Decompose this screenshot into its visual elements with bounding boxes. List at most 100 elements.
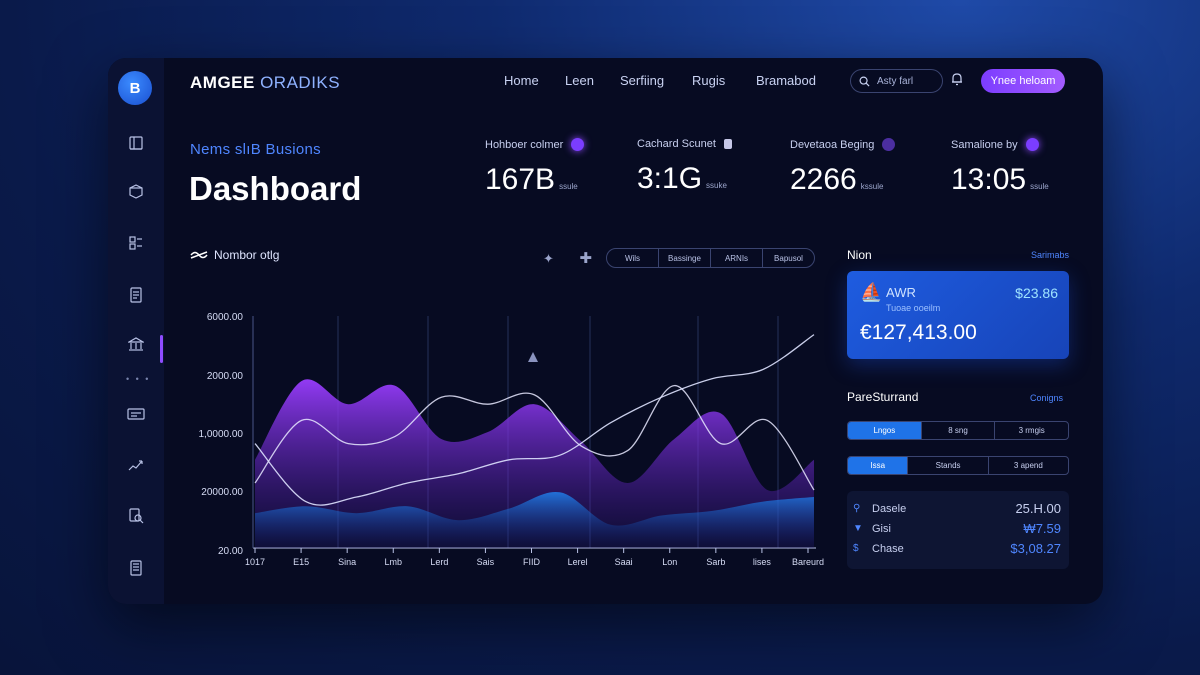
- filter-tabs: Issa Stands 3 apend: [847, 456, 1069, 475]
- box-icon[interactable]: [126, 181, 146, 201]
- x-tick-label: Sarb: [706, 557, 725, 567]
- y-tick-label: 6000.00: [207, 312, 244, 323]
- stat-card: Cachard Scunet 3:1G ssuke: [637, 138, 732, 196]
- sidebar: B • • •: [108, 58, 164, 604]
- stat-card: Samalione by 13:05 ssule: [951, 138, 1049, 197]
- card-subtitle: Tuoae ooeilm: [886, 303, 941, 313]
- card-change: $23.86: [1015, 285, 1058, 301]
- segment-option[interactable]: Bassinge: [659, 249, 711, 267]
- stat-label: Devetaoa Beging: [790, 138, 875, 151]
- search-placeholder: Asty farl: [877, 75, 914, 87]
- status-dot-icon: [1025, 138, 1039, 151]
- segment-option[interactable]: Wils: [607, 249, 659, 267]
- account-card[interactable]: ⛵ AWR Tuoae ooeilm $23.86 €127,413.00: [847, 271, 1069, 359]
- nav-item-rugis[interactable]: Rugis: [692, 73, 725, 88]
- chart-logo-icon: [190, 251, 208, 259]
- x-tick-label: Saai: [615, 557, 633, 567]
- book-icon[interactable]: [126, 133, 146, 153]
- area-chart[interactable]: 6000.00 2000.00 1,0000.00 20000.00 20.001017…: [178, 298, 828, 578]
- list-item[interactable]: $ Chase $3,08.27: [853, 541, 1061, 556]
- dashboard-window: B • • • AMGEE ORADIKS Home Leen Serfiing…: [108, 58, 1103, 604]
- segment-option[interactable]: ARNIs: [711, 249, 763, 267]
- stat-card: Hohboer colmer 167B ssule: [485, 138, 585, 197]
- bell-icon[interactable]: [951, 73, 963, 89]
- y-tick-label: 1,0000.00: [199, 429, 244, 440]
- section-link[interactable]: Conigns: [1030, 393, 1063, 403]
- search-icon: [859, 76, 870, 87]
- status-dot-icon: [882, 138, 896, 151]
- list-item[interactable]: ▼ Gisi ₩7.59: [853, 521, 1061, 536]
- list-item-label: Gisi: [872, 522, 891, 535]
- stat-card: Devetaoa Beging 2266 kssule: [790, 138, 896, 197]
- document-icon[interactable]: [126, 285, 146, 305]
- tab-option[interactable]: Stands: [908, 457, 989, 474]
- list-item-value: 25.H.00: [1015, 501, 1061, 516]
- search-icon: ⚲: [853, 503, 861, 514]
- bank-icon[interactable]: [126, 334, 146, 354]
- filter-tabs: Lngos 8 sng 3 rmgis: [847, 421, 1069, 440]
- sidebar-active-indicator: [160, 335, 163, 363]
- app-logo[interactable]: B: [118, 71, 152, 105]
- stat-unit: ssule: [1030, 182, 1049, 191]
- section-link[interactable]: Sarimabs: [1031, 250, 1069, 260]
- nav-item-bramabod[interactable]: Bramabod: [756, 73, 816, 88]
- brand-name[interactable]: AMGEE ORADIKS: [190, 73, 340, 93]
- sailboat-icon: ⛵: [860, 282, 883, 302]
- chart-title: Nombor otlg: [214, 248, 280, 262]
- card-balance: €127,413.00: [860, 321, 977, 344]
- x-tick-label: FIID: [523, 557, 540, 567]
- list-item[interactable]: ⚲ Dasele 25.H.00: [853, 501, 1061, 516]
- x-tick-label: Lmb: [384, 557, 402, 567]
- sidebar-separator: • • •: [126, 374, 151, 384]
- plus-icon[interactable]: ✚: [580, 250, 593, 267]
- section-heading: PareSturrand: [847, 390, 919, 404]
- transactions-list: ⚲ Dasele 25.H.00 ▼ Gisi ₩7.59 $ Chase $3,08…: [847, 491, 1069, 569]
- tab-option[interactable]: 3 apend: [989, 457, 1068, 474]
- tab-option[interactable]: Issa: [848, 457, 909, 474]
- card-icon[interactable]: [126, 404, 146, 424]
- x-tick-label: Sina: [338, 557, 356, 567]
- grid-list-icon[interactable]: [126, 233, 146, 253]
- cta-button[interactable]: Ynee heloam: [981, 69, 1065, 93]
- nav-item-home[interactable]: Home: [504, 73, 539, 88]
- list-item-value: ₩7.59: [1023, 521, 1061, 536]
- status-dot-icon: [571, 138, 585, 151]
- search-input[interactable]: Asty farl: [850, 69, 943, 93]
- search-doc-icon[interactable]: [126, 506, 146, 526]
- x-tick-label: 1017: [245, 557, 265, 567]
- chart-range-selector: Wils Bassinge ARNIs Bapusol: [606, 248, 815, 268]
- list-item-label: Dasele: [872, 502, 907, 515]
- brand-light: ORADIKS: [260, 73, 341, 92]
- nav-item-serfiing[interactable]: Serfiing: [620, 73, 664, 88]
- y-tick-label: 20000.00: [201, 487, 243, 498]
- x-tick-label: Lerel: [568, 557, 588, 567]
- card-name: AWR: [886, 285, 916, 300]
- x-tick-label: Lerd: [430, 557, 448, 567]
- stat-value: 3:1G: [637, 162, 703, 195]
- tab-option[interactable]: 3 rmgis: [995, 422, 1068, 439]
- stat-label: Cachard Scunet: [637, 138, 716, 150]
- brand-bold: AMGEE: [190, 73, 255, 92]
- logo-letter: B: [129, 79, 141, 97]
- stat-value: 167B: [485, 163, 556, 196]
- stat-unit: ssuke: [706, 181, 727, 190]
- notes-icon[interactable]: [126, 558, 146, 578]
- stat-value: 13:05: [951, 163, 1027, 196]
- segment-option[interactable]: Bapusol: [763, 249, 814, 267]
- tab-option[interactable]: 8 sng: [922, 422, 996, 439]
- stat-label: Samalione by: [951, 138, 1018, 151]
- stat-unit: ssule: [559, 182, 578, 191]
- page-subtitle: Nems slıB Busions: [190, 141, 321, 158]
- chart-panel-title: Nombor otlg: [190, 248, 279, 262]
- x-tick-label: Lon: [662, 557, 677, 567]
- list-item-value: $3,08.27: [1010, 541, 1061, 556]
- nav-item-leen[interactable]: Leen: [565, 73, 594, 88]
- chart-tools: ✦ ✚: [543, 249, 592, 267]
- page-title: Dashboard: [189, 170, 362, 207]
- sparkle-icon[interactable]: ✦: [543, 251, 554, 266]
- x-tick-label: lises: [753, 557, 772, 567]
- chart-pen-icon[interactable]: [126, 455, 146, 475]
- list-item-label: Chase: [872, 542, 904, 555]
- section-heading: Nion: [847, 248, 872, 262]
- tab-option[interactable]: Lngos: [848, 422, 922, 439]
